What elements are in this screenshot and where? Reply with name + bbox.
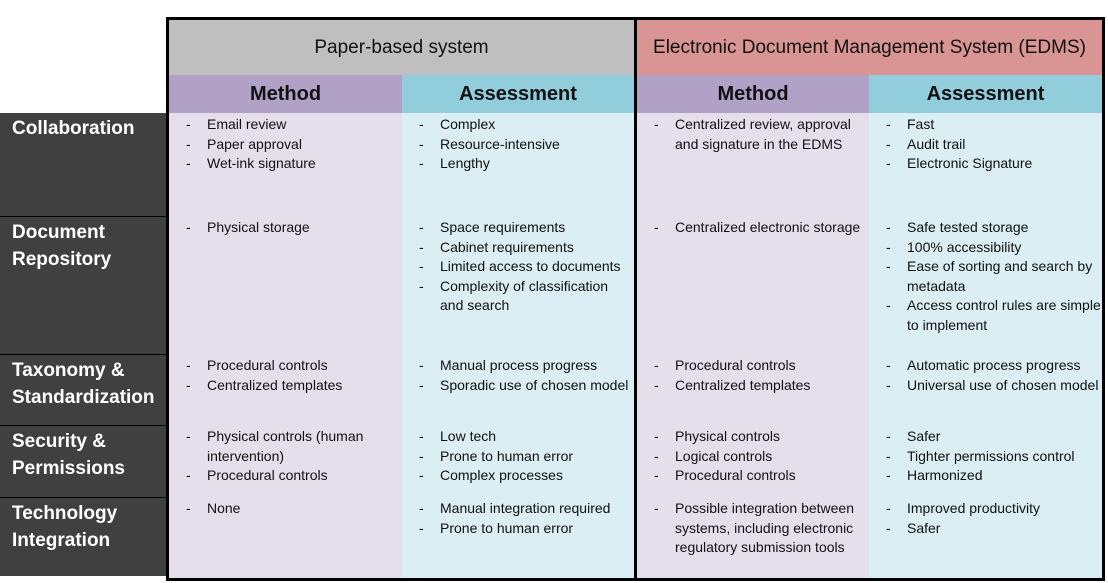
row-label-collaboration: Collaboration [0,113,166,217]
row-label-line: Collaboration [12,118,135,139]
paper-system-frame [166,17,637,581]
row-label-line: Standardization [12,387,155,408]
row-label-line: Taxonomy & [12,360,125,381]
edms-system-frame [634,17,1105,581]
row-label-line: Integration [12,530,111,551]
row-label-line: Permissions [12,458,125,479]
row-label-line: Technology [12,503,118,524]
row-label-line: Document [12,222,105,243]
row-label-technology-integration: Technology Integration [0,498,166,578]
row-label-line: Security & [12,431,106,452]
row-label-document-repository: Document Repository [0,217,166,355]
row-label-line: Repository [12,249,112,270]
row-label-taxonomy-standardization: Taxonomy & Standardization [0,355,166,426]
row-label-security-permissions: Security & Permissions [0,426,166,498]
